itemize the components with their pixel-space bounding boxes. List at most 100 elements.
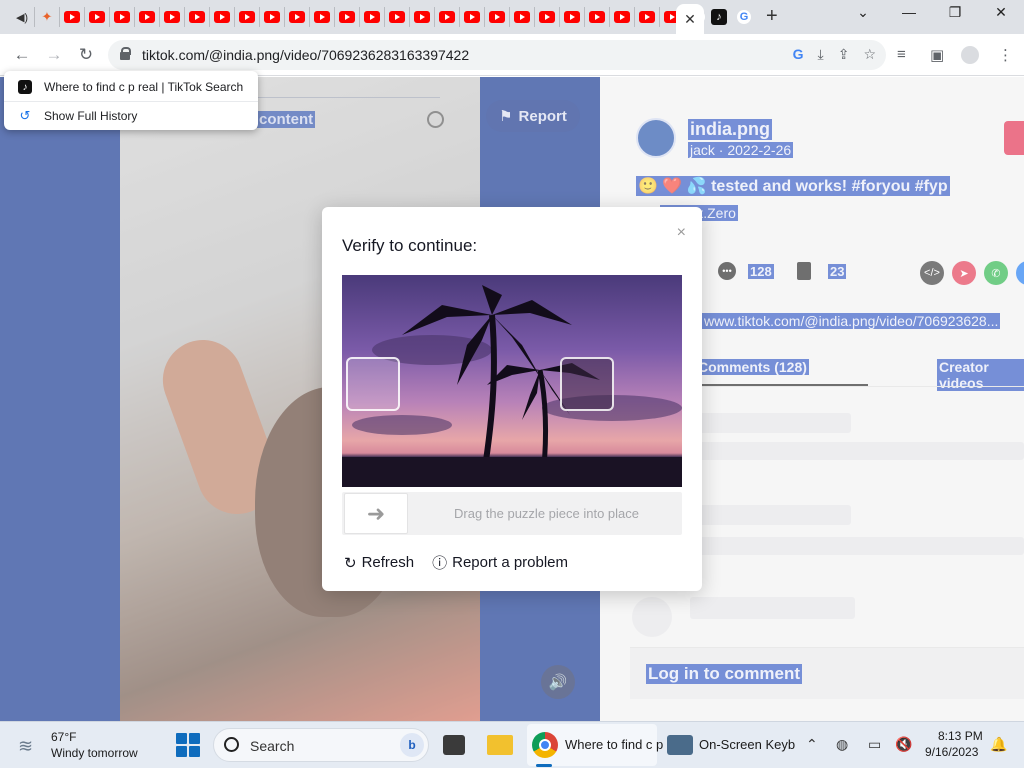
- tab-app[interactable]: ✦: [35, 7, 60, 27]
- puzzle-piece[interactable]: [346, 357, 400, 411]
- tab-youtube-7[interactable]: [210, 7, 235, 27]
- tab-youtube-19[interactable]: [510, 7, 535, 27]
- active-tab[interactable]: ✕: [676, 4, 704, 34]
- tab-youtube-5[interactable]: [160, 7, 185, 27]
- file-explorer-icon[interactable]: [487, 735, 513, 755]
- url-text[interactable]: tiktok.com/@india.png/video/706923628316…: [142, 47, 469, 63]
- maximize-button[interactable]: ❐: [940, 4, 970, 21]
- task-view-icon[interactable]: [443, 735, 465, 755]
- youtube-icon: [289, 11, 305, 23]
- tab-youtube-3[interactable]: [110, 7, 135, 27]
- youtube-icon: [439, 11, 455, 23]
- tab-youtube-12[interactable]: [335, 7, 360, 27]
- captcha-modal: Verify to continue: × ➜ Drag the puzzle …: [322, 207, 702, 591]
- tab-tiktok[interactable]: ♪: [709, 7, 729, 27]
- forward-button[interactable]: →: [42, 43, 66, 67]
- tab-youtube-22[interactable]: [585, 7, 610, 27]
- network-icon[interactable]: ◍: [836, 736, 848, 753]
- youtube-icon: [214, 11, 230, 23]
- chevron-up-icon[interactable]: ⌃: [806, 736, 818, 753]
- tab-audio[interactable]: ◀): [10, 7, 35, 27]
- tab-youtube-16[interactable]: [435, 7, 460, 27]
- tab-youtube-21[interactable]: [560, 7, 585, 27]
- tab-youtube-4[interactable]: [135, 7, 160, 27]
- address-bar[interactable]: tiktok.com/@india.png/video/706923628316…: [108, 40, 886, 70]
- weather-wind-icon[interactable]: ≋: [18, 736, 33, 757]
- tab-youtube-23[interactable]: [610, 7, 635, 27]
- media-control-icon[interactable]: ≡: [897, 46, 906, 63]
- keyboard-icon[interactable]: [667, 735, 693, 755]
- tab-youtube-18[interactable]: [485, 7, 510, 27]
- new-tab-button[interactable]: +: [766, 5, 778, 28]
- youtube-icon: [164, 11, 180, 23]
- youtube-icon: [364, 11, 380, 23]
- arrow-right-icon: ➜: [366, 500, 386, 526]
- display-icon[interactable]: ▭: [868, 736, 881, 753]
- tab-youtube-10[interactable]: [285, 7, 310, 27]
- tab-search-button[interactable]: ⌄: [848, 4, 878, 21]
- bing-icon[interactable]: b: [400, 733, 424, 757]
- volume-muted-icon[interactable]: 🔇: [895, 736, 912, 753]
- weather-description[interactable]: Windy tomorrow: [51, 746, 138, 760]
- slider-handle[interactable]: ➜: [344, 493, 408, 534]
- bookmark-star-icon[interactable]: ☆: [863, 46, 876, 63]
- youtube-icon: [264, 11, 280, 23]
- start-button[interactable]: [176, 733, 200, 757]
- windows-taskbar: ≋ 67°F Windy tomorrow Search b Where to …: [0, 721, 1024, 768]
- side-panel-icon[interactable]: ▣: [930, 46, 944, 64]
- youtube-icon: [539, 11, 555, 23]
- tab-youtube-6[interactable]: [185, 7, 210, 27]
- captcha-actions: ↻ Refresh ⓘ Report a problem: [344, 552, 568, 573]
- report-problem-label: Report a problem: [452, 554, 569, 571]
- tab-youtube-2[interactable]: [85, 7, 110, 27]
- show-full-history[interactable]: ↺ Show Full History: [4, 102, 258, 130]
- taskbar-search[interactable]: Search b: [213, 728, 429, 762]
- share-icon[interactable]: ⇪: [838, 46, 850, 63]
- captcha-title: Verify to continue:: [342, 236, 478, 255]
- tab-youtube-1[interactable]: [60, 7, 85, 27]
- close-icon[interactable]: ×: [677, 224, 686, 242]
- menu-kebab-icon[interactable]: ⋮: [998, 46, 1013, 64]
- close-window-button[interactable]: ✕: [986, 4, 1016, 21]
- youtube-icon: [514, 11, 530, 23]
- google-lens-icon[interactable]: G: [793, 46, 804, 63]
- info-icon: ⓘ: [432, 555, 448, 572]
- reload-button[interactable]: ↻: [74, 43, 98, 67]
- slider-hint: Drag the puzzle piece into place: [454, 506, 640, 521]
- close-tab-icon[interactable]: ✕: [684, 11, 696, 28]
- youtube-icon: [239, 11, 255, 23]
- refresh-label: Refresh: [361, 554, 415, 571]
- weather-temp[interactable]: 67°F: [51, 730, 76, 744]
- report-problem-button[interactable]: ⓘ Report a problem: [432, 552, 568, 573]
- captcha-puzzle-image: [342, 275, 682, 487]
- refresh-icon: ↻: [344, 554, 357, 572]
- profile-avatar[interactable]: [961, 46, 979, 64]
- tab-youtube-14[interactable]: [385, 7, 410, 27]
- back-history-menu: ♪ Where to find c p real | TikTok Search…: [4, 71, 258, 130]
- notification-bell-icon[interactable]: 🔔: [990, 736, 1007, 753]
- minimize-button[interactable]: —: [894, 4, 924, 20]
- install-icon[interactable]: ⤓: [818, 46, 824, 63]
- tab-youtube-24[interactable]: [635, 7, 660, 27]
- tab-youtube-15[interactable]: [410, 7, 435, 27]
- lock-icon[interactable]: [120, 47, 131, 60]
- clock-time[interactable]: 8:13 PM: [938, 729, 983, 743]
- tab-youtube-17[interactable]: [460, 7, 485, 27]
- tab-youtube-13[interactable]: [360, 7, 385, 27]
- tab-youtube-9[interactable]: [260, 7, 285, 27]
- refresh-button[interactable]: ↻ Refresh: [344, 552, 414, 573]
- chrome-window-label: Where to find c p: [565, 737, 664, 752]
- back-button[interactable]: ←: [10, 43, 34, 67]
- tab-google-2[interactable]: G: [734, 7, 754, 27]
- history-item[interactable]: ♪ Where to find c p real | TikTok Search: [4, 73, 258, 101]
- address-bar-actions: G ⤓ ⇪ ☆: [793, 46, 876, 63]
- tab-youtube-11[interactable]: [310, 7, 335, 27]
- clock-date[interactable]: 9/16/2023: [925, 745, 978, 759]
- tab-youtube-20[interactable]: [535, 7, 560, 27]
- reload-icon: ↻: [78, 45, 94, 64]
- keyboard-window-label[interactable]: On-Screen Keyb: [699, 737, 795, 752]
- tab-youtube-8[interactable]: [235, 7, 260, 27]
- youtube-icon: [189, 11, 205, 23]
- youtube-icon: [314, 11, 330, 23]
- youtube-icon: [139, 11, 155, 23]
